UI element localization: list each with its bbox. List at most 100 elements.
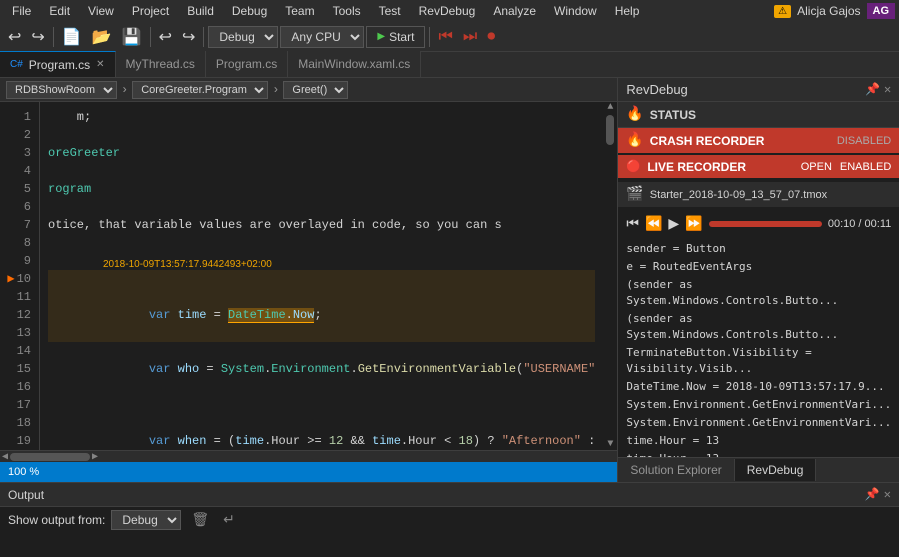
revdebug-record-btn[interactable]: ⏺ [483, 26, 499, 48]
cs-icon: C# [10, 59, 23, 70]
var-when: when [178, 434, 207, 448]
tab-revdebug[interactable]: RevDebug [735, 459, 817, 481]
kw-var-1: var [120, 308, 178, 322]
cpu-config-dropdown[interactable]: Any CPU [280, 26, 364, 48]
line-num-3: 3 [0, 144, 31, 162]
menu-test[interactable]: Test [371, 2, 409, 20]
project-dropdown[interactable]: RDBShowRoom [6, 81, 117, 99]
debug-config-dropdown[interactable]: Debug [208, 26, 278, 48]
revdebug-back-btn[interactable]: ⏮ [434, 26, 456, 48]
pin-icon[interactable]: 📌 [865, 82, 880, 97]
revdebug-panel-header: RevDebug 📌 ✕ [618, 78, 899, 102]
output-wrap-btn[interactable]: ↵ [219, 509, 239, 530]
line-numbers: 1 2 3 4 5 6 7 8 9 ▶ 10 11 12 13 14 15 16… [0, 102, 40, 450]
menu-edit[interactable]: Edit [41, 2, 78, 20]
open-btn[interactable]: 📂 [88, 25, 116, 49]
method-getenv: GetEnvironmentVariable [358, 362, 516, 376]
forward-btn[interactable]: ↪ [27, 25, 48, 49]
editor-scrollbar[interactable]: ▲ ▼ [603, 102, 617, 450]
line-num-2: 2 [0, 126, 31, 144]
menu-revdebug[interactable]: RevDebug [411, 2, 484, 20]
start-button[interactable]: ▶ Start [366, 26, 425, 48]
output-clear-btn[interactable]: 🗑 [187, 509, 213, 530]
skip-start-btn[interactable]: ⏮ [626, 215, 639, 232]
hscroll-thumb[interactable] [10, 453, 90, 461]
revdebug-fwd-btn[interactable]: ⏭ [459, 26, 481, 48]
menu-debug[interactable]: Debug [224, 2, 275, 20]
redo-btn[interactable]: ↪ [178, 25, 199, 49]
log-line-6: System.Environment.GetEnvironmentVari... [626, 396, 891, 414]
open-button[interactable]: OPEN [801, 161, 832, 173]
line-num-4: 4 [0, 162, 31, 180]
log-line-4: TerminateButton.Visibility = Visibility.… [626, 344, 891, 378]
back-btn[interactable]: ↩ [4, 25, 25, 49]
tab-close-0[interactable]: ✕ [96, 59, 104, 70]
menu-tools[interactable]: Tools [325, 2, 369, 20]
prop-now: Now [293, 308, 315, 322]
scroll-up-arrow[interactable]: ▲ [607, 102, 613, 113]
class-dropdown[interactable]: CoreGreeter.Program [132, 81, 268, 99]
toolbar-sep-2 [150, 27, 151, 47]
panel-controls: 📌 ✕ [865, 82, 891, 97]
status-dot: 🔥 [626, 106, 643, 123]
undo-btn[interactable]: ↩ [155, 25, 176, 49]
save-btn[interactable]: 💾 [118, 25, 146, 49]
method-dropdown[interactable]: Greet() [283, 81, 348, 99]
tab-mythread-cs[interactable]: MyThread.cs [116, 51, 206, 77]
enabled-badge: ENABLED [840, 161, 891, 173]
new-file-btn[interactable]: 📄 [58, 25, 86, 49]
prev-frame-btn[interactable]: ⏪ [645, 215, 662, 232]
menu-analyze[interactable]: Analyze [485, 2, 544, 20]
kw-var-2: var [120, 362, 178, 376]
revdebug-log[interactable]: sender = Button e = RoutedEventArgs (sen… [618, 236, 899, 457]
menu-view[interactable]: View [80, 2, 122, 20]
menu-build[interactable]: Build [179, 2, 222, 20]
pin-output-icon[interactable]: 📌 [865, 487, 880, 502]
menu-help[interactable]: Help [607, 2, 648, 20]
line-num-8: 8 [0, 234, 31, 252]
tab-label-3: MainWindow.xaml.cs [298, 57, 410, 71]
menu-file[interactable]: File [4, 2, 39, 20]
user-badge: AG [867, 3, 896, 19]
play-icon: ▶ [377, 31, 385, 42]
menubar: File Edit View Project Build Debug Team … [0, 0, 899, 22]
output-panel: Output 📌 ✕ Show output from: Debug 🗑 ↵ [0, 482, 899, 532]
toolbar: ↩ ↪ 📄 📂 💾 ↩ ↪ Debug Any CPU ▶ Start ⏮ ⏭ … [0, 22, 899, 52]
tab-program-cs-active[interactable]: C# Program.cs ✕ [0, 51, 116, 77]
output-header-controls: 📌 ✕ [865, 487, 891, 502]
tab-mainwindow-xaml-cs[interactable]: MainWindow.xaml.cs [288, 51, 421, 77]
line-num-11: 11 [0, 288, 31, 306]
close-panel-icon[interactable]: ✕ [884, 82, 891, 97]
file-icon: 🎬 [626, 186, 643, 203]
line-num-18: 18 [0, 414, 31, 432]
line-num-1: 1 [0, 108, 31, 126]
horizontal-scrollbar[interactable]: ◀ ▶ [0, 450, 617, 462]
scroll-thumb[interactable] [606, 115, 614, 145]
playback-progress-bar[interactable] [709, 221, 822, 227]
hscroll-right[interactable]: ▶ [92, 451, 98, 463]
tab-solution-explorer[interactable]: Solution Explorer [618, 459, 734, 481]
line-num-15: 15 [0, 360, 31, 378]
playback-time: 00:10 / 00:11 [828, 218, 891, 230]
live-icon: 🔴 [626, 159, 641, 174]
scroll-down-arrow[interactable]: ▼ [607, 439, 613, 450]
menu-project[interactable]: Project [124, 2, 177, 20]
menu-team[interactable]: Team [277, 2, 322, 20]
close-output-icon[interactable]: ✕ [884, 487, 891, 502]
menu-window[interactable]: Window [546, 2, 605, 20]
arrow-indicator: ▶ [7, 270, 14, 288]
tab-program-cs-2[interactable]: Program.cs [206, 51, 288, 77]
next-frame-btn[interactable]: ⏩ [685, 215, 702, 232]
var-who: who [178, 362, 200, 376]
code-line-10: 2018-10-09T13:57:17.9442493+02:00 var ti… [48, 270, 595, 342]
alert-area: ⚠ Alicja Gajos AG [774, 3, 895, 19]
line-num-14: 14 [0, 342, 31, 360]
breadcrumb-sep-1: › [121, 83, 128, 97]
log-line-7: System.Environment.GetEnvironmentVari... [626, 414, 891, 432]
code-line-5: rogram [48, 180, 595, 198]
playback-controls: ⏮ ⏪ ▶ ⏩ 00:10 / 00:11 [618, 211, 899, 236]
play-pause-btn[interactable]: ▶ [668, 215, 679, 232]
output-source-dropdown[interactable]: Debug [111, 510, 181, 530]
hscroll-left[interactable]: ◀ [2, 451, 8, 463]
code-content[interactable]: m; oreGreeter rogram otice, that variabl… [40, 102, 603, 450]
